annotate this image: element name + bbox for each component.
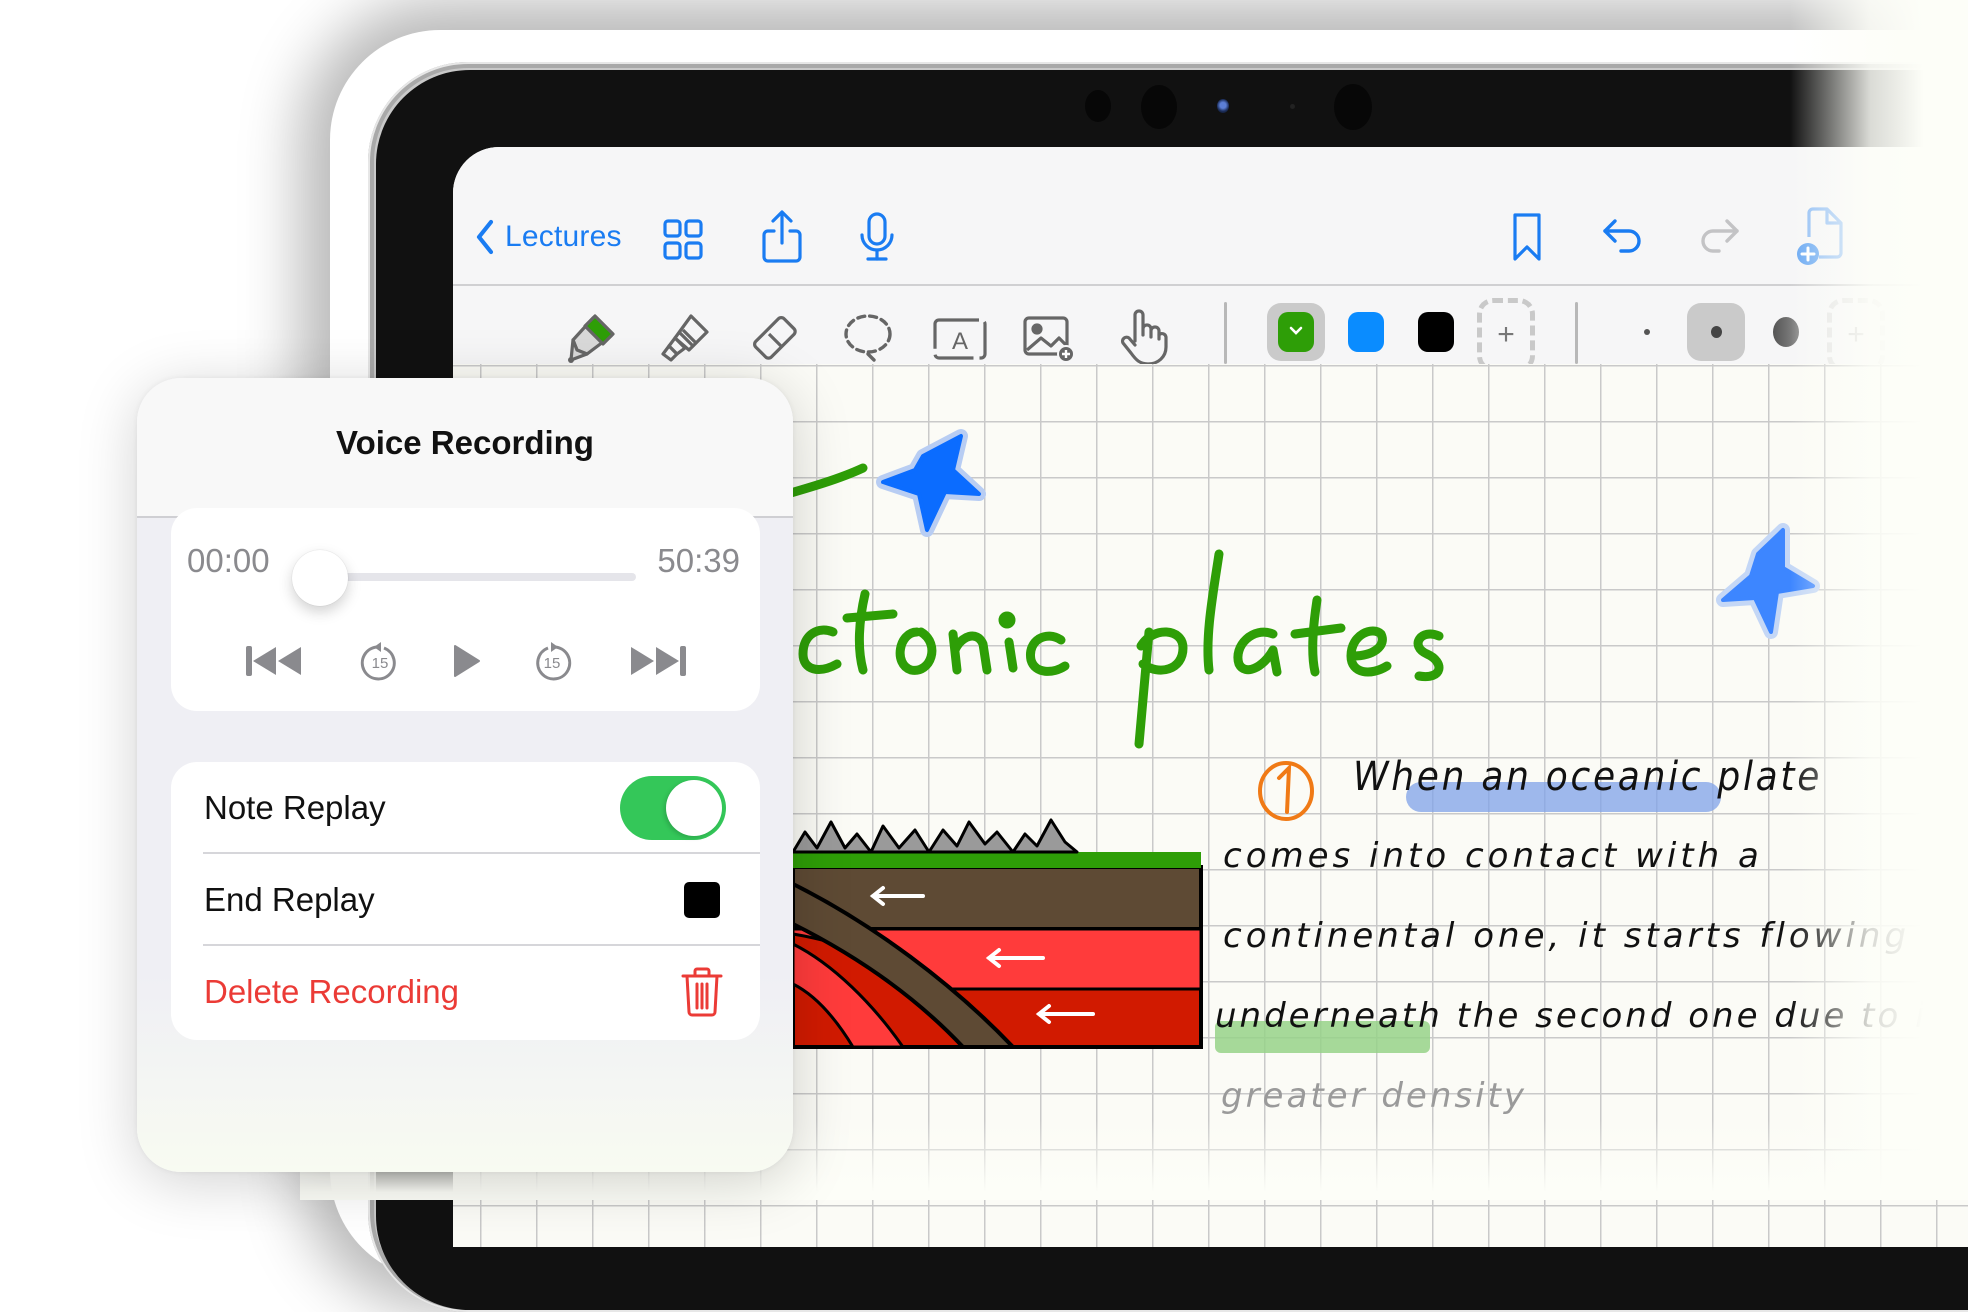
bookmark-button[interactable] [1505,211,1549,263]
add-image-icon [1021,310,1077,366]
undo-button[interactable] [1601,215,1645,261]
color-green-chip [1278,312,1314,352]
color-black-chip [1418,312,1454,352]
plus-icon: + [1497,318,1515,351]
title-handwriting [741,463,1444,749]
lasso-tool[interactable] [840,310,896,366]
rewind-15-icon: 15 [360,641,400,685]
redo-icon [1697,215,1741,261]
edge-fade [1790,0,1968,1200]
forward-15-label: 15 [543,655,561,672]
color-swatch-blue[interactable] [1337,303,1395,361]
skip-back-button[interactable] [243,637,305,689]
replay-options-card: Note Replay End Replay Delete Recording [171,762,760,1040]
delete-recording-row[interactable]: Delete Recording [171,946,760,1038]
voice-recording-popover: Voice Recording 00:00 50:39 15 15 Note R… [137,378,793,1172]
end-replay-row[interactable]: End Replay [171,854,760,946]
undo-icon [1601,215,1645,261]
rewind-15-button[interactable]: 15 [349,637,411,689]
pen-tool[interactable] [563,310,619,366]
record-audio-button[interactable] [855,211,899,263]
share-icon [760,209,804,265]
highlighter-tool[interactable] [657,310,713,366]
skip-forward-button[interactable] [627,637,689,689]
eraser-tool[interactable] [749,310,805,366]
stop-icon[interactable] [684,882,720,918]
redo-button[interactable] [1697,215,1741,261]
hand-tool[interactable] [1115,307,1171,367]
sensor-dot [1085,90,1111,122]
note-line: When an oceanic plate [1353,754,1822,800]
note-replay-toggle[interactable] [620,776,726,840]
pen-icon [563,310,619,366]
text-box-icon: A [932,310,988,366]
playback-slider-thumb[interactable] [292,550,348,606]
stroke-size-small[interactable] [1618,303,1676,361]
note-replay-row: Note Replay [171,762,760,854]
highlighter-icon [657,310,713,366]
plate-subduction-diagram [791,818,1203,1049]
skip-back-icon [244,644,304,683]
note-line: greater density [1221,1076,1528,1116]
end-replay-label: End Replay [204,881,375,918]
current-time: 00:00 [187,542,270,579]
playback-slider[interactable] [321,573,636,581]
audio-player-card: 00:00 50:39 15 15 [171,508,760,711]
play-icon [451,644,481,683]
grid-icon [661,217,705,263]
add-color-button[interactable]: + [1477,298,1535,372]
microphone-icon [855,211,899,263]
forward-15-button[interactable]: 15 [521,637,583,689]
note-line-text: When an oceanic plate [1353,754,1823,800]
total-time: 50:39 [657,542,740,579]
star-doodle [876,429,986,537]
sensor-dot [1141,85,1177,129]
navigation-bar: Lectures [453,147,1968,286]
page-grid-button[interactable] [661,217,705,263]
note-number-badge [1258,761,1314,821]
toolbar-divider [1575,302,1578,364]
front-camera-icon [1217,99,1229,113]
size-small-dot [1644,329,1650,335]
bookmark-icon [1505,211,1549,263]
popover-title: Voice Recording [336,424,594,461]
color-blue-chip [1348,312,1384,352]
delete-recording-label: Delete Recording [204,973,459,1010]
note-replay-label: Note Replay [204,789,386,826]
toggle-knob [666,780,722,836]
text-tool[interactable]: A [932,310,988,366]
back-button[interactable]: Lectures [475,217,622,257]
color-swatch-black[interactable] [1407,303,1465,361]
eraser-icon [749,310,805,366]
sensor-dot [1290,104,1295,109]
chevron-left-icon [475,219,495,255]
back-button-label: Lectures [505,220,622,253]
image-tool[interactable] [1021,310,1077,366]
trash-icon[interactable] [680,966,724,1018]
note-line: comes into contact with a [1223,836,1763,876]
toolbar-divider [1224,302,1227,364]
hand-pointer-icon [1115,307,1171,367]
svg-text:A: A [952,328,968,355]
play-button[interactable] [435,637,497,689]
share-button[interactable] [760,209,804,265]
checkmark-icon [1289,323,1303,341]
sensor-dot [1334,84,1372,130]
size-medium-dot [1710,326,1722,338]
stroke-size-medium[interactable] [1687,303,1745,361]
popover-header: Voice Recording [137,378,793,518]
forward-15-icon: 15 [532,641,572,685]
skip-forward-icon [628,644,688,683]
lasso-icon [840,310,896,366]
color-swatch-green[interactable] [1267,303,1325,361]
rewind-15-label: 15 [371,655,389,672]
